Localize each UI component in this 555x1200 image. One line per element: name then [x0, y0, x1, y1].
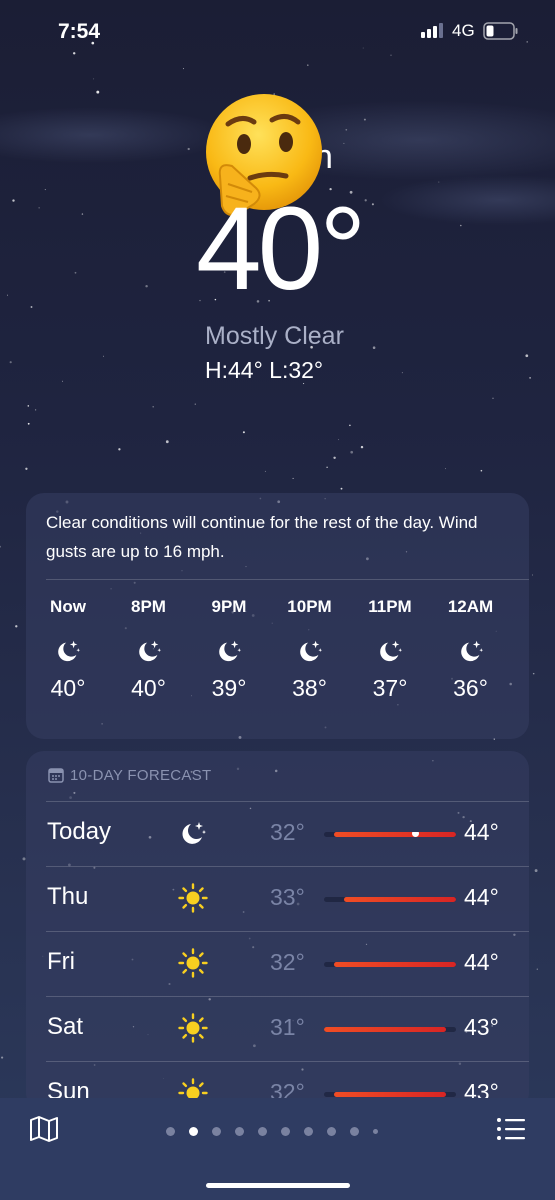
forecast-low: 31°: [270, 1014, 305, 1040]
forecast-low: 32°: [270, 819, 305, 845]
high-low-temperatures: H:44° L:32°: [205, 357, 324, 383]
page-dot[interactable]: [166, 1127, 175, 1137]
forecast-high: 43°: [464, 1014, 499, 1040]
conditions-summary: Clear conditions will continue for the r…: [46, 513, 478, 561]
network-type: 4G: [452, 21, 475, 40]
forecast-row[interactable]: Fri 32° 44°: [26, 932, 529, 996]
moon-stars-icon: [460, 640, 483, 662]
page-dot[interactable]: [304, 1127, 313, 1137]
temperature-range-bar: [324, 1092, 456, 1097]
sun-icon: [178, 1013, 208, 1043]
hourly-item: 12AM 36°: [439, 597, 503, 702]
forecast-day: Thu: [47, 883, 89, 910]
hour-temperature: 36°: [453, 675, 488, 701]
hour-label: 10PM: [287, 597, 332, 616]
forecast-high: 44°: [464, 884, 499, 910]
forecast-row[interactable]: Thu 33° 44°: [26, 867, 529, 931]
page-dot[interactable]: [189, 1127, 198, 1137]
hourly-item: 11PM 37°: [358, 597, 422, 702]
hour-label: Now: [50, 597, 86, 616]
hour-temperature: 37°: [372, 675, 408, 701]
page-dot[interactable]: [350, 1127, 359, 1137]
divider: [46, 579, 529, 580]
location-list-icon[interactable]: [496, 1115, 526, 1143]
page-dot[interactable]: [212, 1127, 221, 1137]
page-dot[interactable]: [235, 1127, 244, 1137]
forecast-header: 10-DAY FORECAST: [48, 767, 211, 784]
temperature-range-bar: [324, 897, 456, 902]
status-bar: 7:54 4G: [0, 0, 555, 60]
forecast-day: Fri: [47, 948, 75, 975]
moon-stars-icon: [380, 640, 403, 662]
current-temperature: 40°: [196, 183, 366, 315]
forecast-row[interactable]: Today 32° 44°: [26, 802, 529, 866]
moon-stars-icon: [182, 822, 206, 844]
battery-icon: [483, 22, 518, 40]
status-time: 7:54: [58, 20, 101, 43]
hour-label: 12AM: [447, 597, 494, 616]
hourly-item: 9PM 39°: [197, 597, 261, 702]
moon-stars-icon: [299, 640, 322, 662]
temperature-range-fill: [324, 1027, 446, 1032]
forecast-row[interactable]: Sat 31° 43°: [26, 997, 529, 1061]
page-dot[interactable]: [258, 1127, 267, 1137]
hour-temperature: 39°: [211, 675, 247, 701]
hour-temperature: 38°: [292, 675, 327, 701]
hour-label: 8PM: [131, 597, 166, 616]
moon-stars-icon: [138, 640, 161, 662]
temperature-range-bar: [324, 1027, 456, 1032]
home-indicator[interactable]: [206, 1183, 350, 1188]
forecast-low: 33°: [270, 884, 305, 910]
forecast-high: 44°: [464, 949, 499, 975]
page-dot[interactable]: [281, 1127, 290, 1137]
moon-stars-icon: [58, 640, 81, 662]
cellular-signal-icon: [421, 23, 443, 38]
hour-label: 9PM: [211, 597, 247, 616]
calendar-icon: [48, 768, 64, 783]
map-icon[interactable]: [29, 1115, 59, 1143]
forecast-low: 32°: [270, 949, 305, 975]
forecast-high: 44°: [464, 819, 499, 845]
forecast-day: Sat: [47, 1013, 84, 1040]
temperature-range-fill: [334, 962, 456, 967]
temperature-range-bar: [324, 832, 456, 837]
hourly-item: Now 40°: [36, 597, 100, 702]
sun-icon: [178, 948, 208, 978]
temperature-range-fill: [334, 832, 456, 837]
page-dot[interactable]: [373, 1129, 378, 1135]
current-condition: Mostly Clear: [205, 322, 344, 350]
forecast-day: Today: [47, 818, 112, 845]
moon-stars-icon: [219, 640, 242, 662]
temperature-range-fill: [344, 897, 456, 902]
sun-icon: [178, 883, 208, 913]
page-dot[interactable]: [327, 1127, 336, 1137]
temperature-range-bar: [324, 962, 456, 967]
hourly-item: 10PM 38°: [278, 597, 342, 702]
ten-day-forecast-card[interactable]: 10-DAY FORECAST Today 32° 44° Thu 33° 44° Fri 3…: [26, 751, 529, 1111]
hour-temperature: 40°: [131, 675, 166, 701]
hourly-item: 8PM 40°: [117, 597, 181, 702]
forecast-header-label: 10-DAY FORECAST: [70, 767, 212, 784]
page-indicator[interactable]: [166, 1123, 392, 1141]
hour-temperature: 40°: [50, 675, 86, 701]
hourly-forecast-card[interactable]: Clear conditions will continue for the r…: [26, 493, 529, 739]
hour-label: 11PM: [368, 597, 412, 616]
temperature-range-fill: [334, 1092, 446, 1097]
